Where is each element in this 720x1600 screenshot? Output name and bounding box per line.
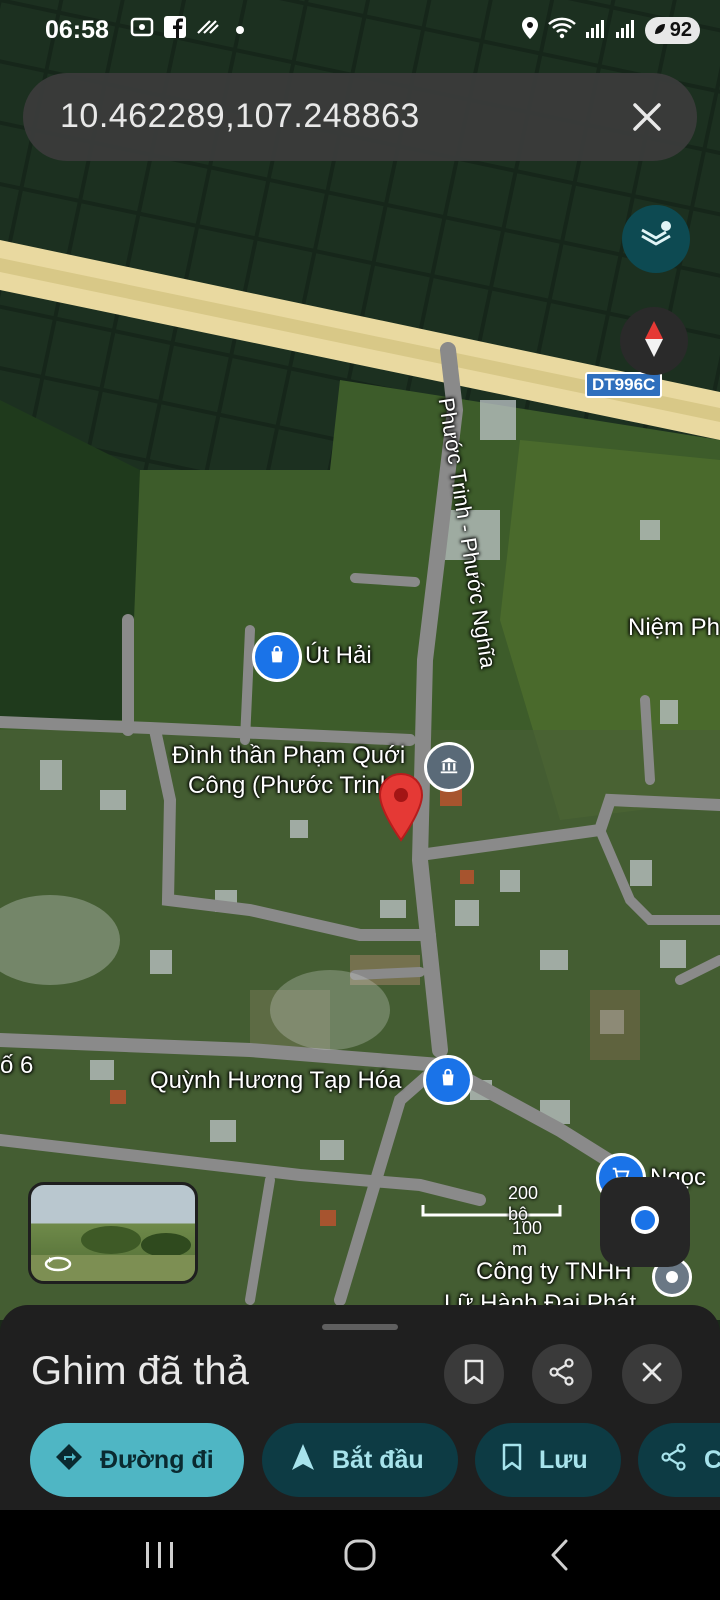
share-icon xyxy=(660,1442,688,1478)
status-bar: 06:58 92 xyxy=(0,0,720,64)
notification-icons xyxy=(130,16,244,43)
wifi-icon xyxy=(547,16,577,45)
search-query[interactable]: 10.462289,107.248863 xyxy=(60,97,420,136)
scale-bottom-label: 100 m xyxy=(512,1218,543,1259)
layers-button[interactable] xyxy=(622,205,690,273)
facebook-icon xyxy=(164,16,186,43)
navigation-arrow-icon xyxy=(290,1442,316,1479)
share-icon xyxy=(548,1357,576,1391)
compass-button[interactable] xyxy=(620,307,688,375)
back-button[interactable] xyxy=(548,1538,572,1577)
system-nav-bar xyxy=(0,1510,720,1600)
my-location-icon xyxy=(628,1203,662,1242)
battery-leaf-icon xyxy=(653,19,667,42)
label-dinh-than-line2[interactable]: Công (Phước Trinh xyxy=(188,772,393,800)
place-dot-icon xyxy=(666,1271,678,1283)
start-button[interactable]: Bắt đầu xyxy=(262,1423,458,1497)
directions-icon xyxy=(54,1442,84,1479)
bookmark-icon xyxy=(463,1359,485,1390)
my-location-button[interactable] xyxy=(600,1177,690,1267)
museum-icon xyxy=(438,754,460,781)
poi-ut-hai[interactable] xyxy=(252,632,302,682)
layers-icon xyxy=(638,219,674,260)
save-label: Lưu xyxy=(539,1445,588,1474)
label-dinh-than-line1[interactable]: Đình thần Phạm Quới xyxy=(172,742,405,770)
street-view-thumbnail[interactable] xyxy=(28,1182,198,1284)
map-view[interactable]: DT996C Phước Trinh - Phước Nghĩa Út Hải … xyxy=(0,0,720,1320)
street-view-rotate-icon xyxy=(43,1251,73,1278)
bookmark-icon xyxy=(501,1443,523,1478)
label-edge: ố 6 xyxy=(0,1052,34,1079)
battery-level: 92 xyxy=(669,19,692,41)
search-bar[interactable]: 10.462289,107.248863 xyxy=(23,73,697,161)
share-chip-button[interactable]: C xyxy=(638,1423,720,1497)
status-time: 06:58 xyxy=(45,16,109,44)
start-label: Bắt đầu xyxy=(332,1445,424,1474)
recent-apps-button[interactable] xyxy=(143,1540,177,1575)
home-button[interactable] xyxy=(343,1538,377,1577)
road-badge: DT996C xyxy=(585,372,663,398)
location-icon xyxy=(521,16,539,45)
place-title: Ghim đã thả xyxy=(31,1349,249,1393)
label-quynh-huong[interactable]: Quỳnh Hương Tạp Hóa xyxy=(150,1067,402,1095)
battery-indicator: 92 xyxy=(644,17,700,44)
poi-dinh-than[interactable] xyxy=(424,742,474,792)
shopping-bag-icon xyxy=(437,1067,459,1094)
close-icon xyxy=(633,103,661,131)
place-sheet[interactable]: Ghim đã thả Đường đi Bắt đầu Lưu C xyxy=(0,1305,720,1510)
poi-quynh-huong[interactable] xyxy=(423,1055,473,1105)
directions-button[interactable]: Đường đi xyxy=(30,1423,244,1497)
clear-search-button[interactable] xyxy=(625,95,669,139)
close-sheet-button[interactable] xyxy=(622,1344,682,1404)
share-chip-label: C xyxy=(704,1445,720,1474)
signal-icon-2 xyxy=(615,17,637,44)
dropped-pin-icon[interactable] xyxy=(378,772,424,847)
home-icon xyxy=(344,1539,376,1571)
close-icon xyxy=(640,1360,664,1389)
dot-icon xyxy=(236,25,244,34)
signal-icon xyxy=(585,17,607,44)
bookmark-button[interactable] xyxy=(444,1344,504,1404)
share-button[interactable] xyxy=(532,1344,592,1404)
recent-apps-icon xyxy=(146,1542,173,1568)
back-icon xyxy=(551,1539,568,1571)
screenshot-icon xyxy=(130,16,154,43)
save-button[interactable]: Lưu xyxy=(475,1423,621,1497)
sheet-handle[interactable] xyxy=(322,1324,398,1330)
label-niem-ph[interactable]: Niệm Ph xyxy=(628,614,720,642)
system-icons: 92 xyxy=(521,16,700,45)
compass-icon xyxy=(639,319,669,364)
directions-label: Đường đi xyxy=(100,1445,214,1474)
label-ut-hai[interactable]: Út Hải xyxy=(305,642,372,670)
shopping-bag-icon xyxy=(266,644,288,671)
data-saver-icon xyxy=(196,17,220,42)
